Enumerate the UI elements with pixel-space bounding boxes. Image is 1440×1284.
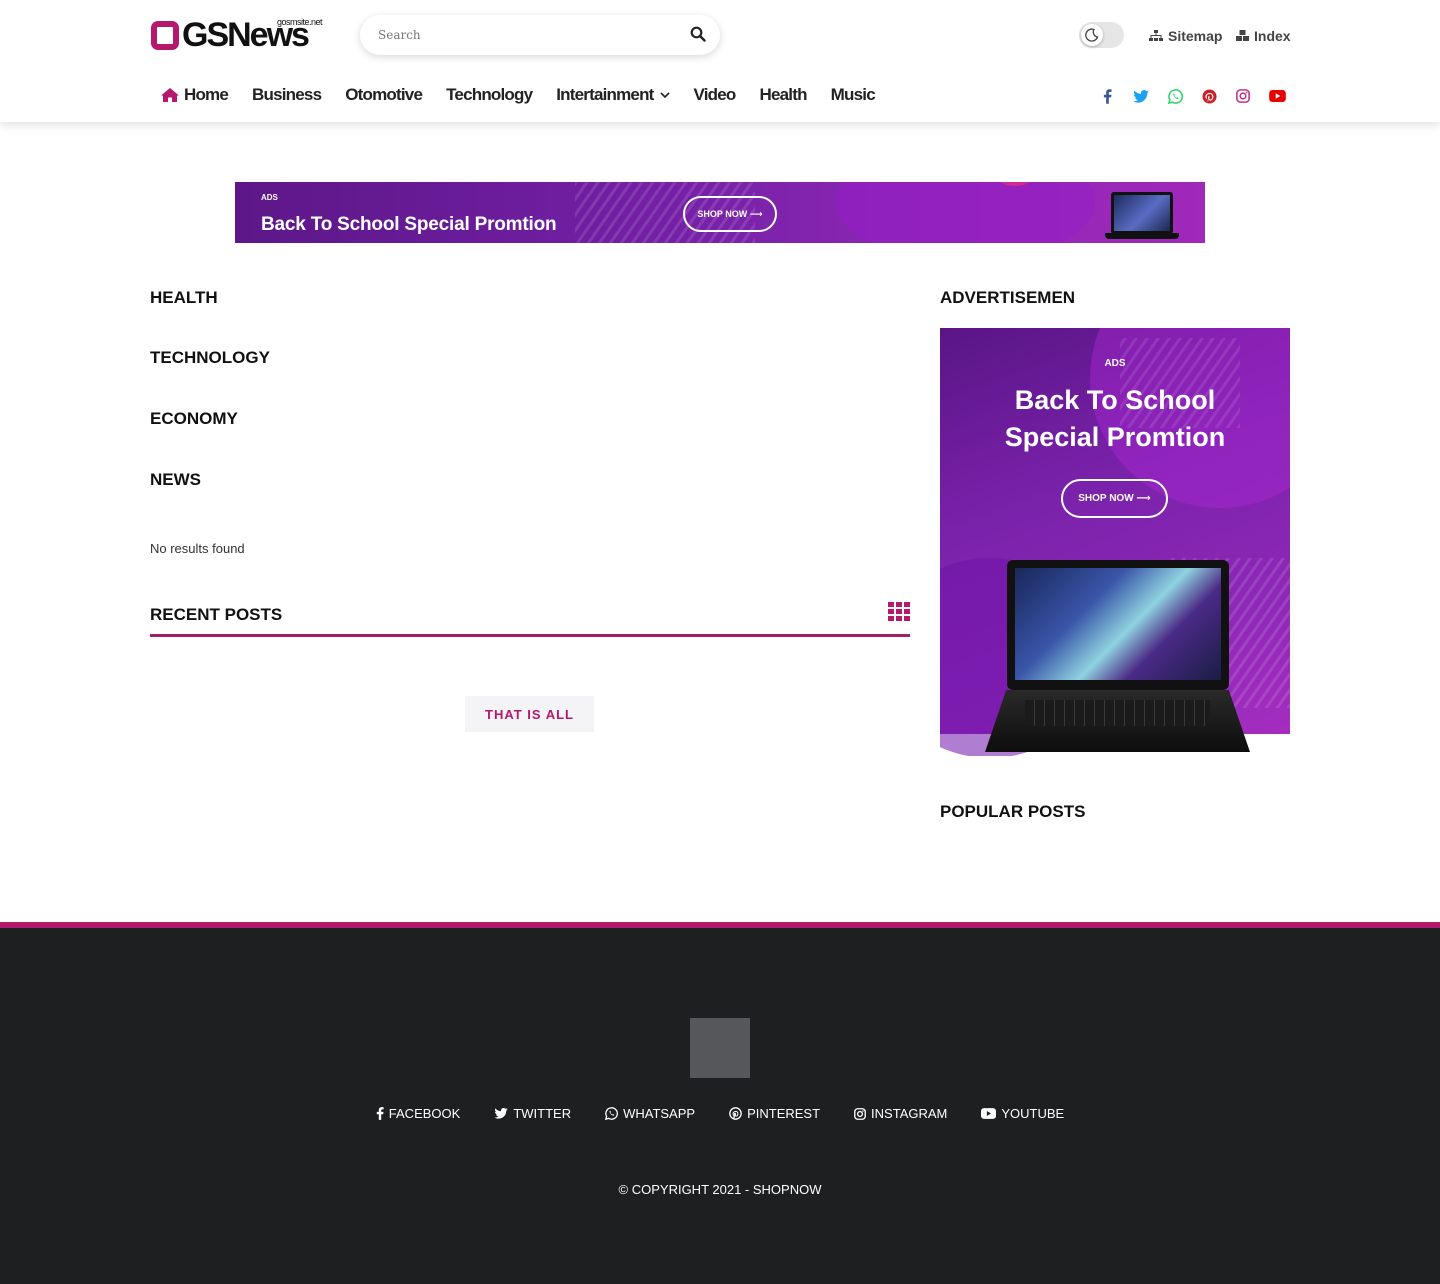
footer-youtube-label: YOUTUBE <box>1001 1106 1065 1121</box>
section-title-economy[interactable]: ECONOMY <box>150 409 238 429</box>
search-box <box>360 15 720 55</box>
nav-music[interactable]: Music <box>831 85 876 105</box>
facebook-icon[interactable] <box>1097 86 1117 106</box>
footer-social-links: FACEBOOK TWITTER WHATSAPP PINTEREST INST… <box>0 1106 1440 1121</box>
nav-intertainment-label: Intertainment <box>556 85 654 104</box>
footer-facebook-link[interactable]: FACEBOOK <box>376 1106 461 1121</box>
index-link[interactable]: Index <box>1236 27 1291 45</box>
instagram-icon[interactable] <box>1233 86 1253 106</box>
banner-ads-label: ADS <box>261 193 278 202</box>
sitemap-label: Sitemap <box>1168 28 1223 44</box>
facebook-icon <box>376 1107 384 1120</box>
site-footer: FACEBOOK TWITTER WHATSAPP PINTEREST INST… <box>0 928 1440 1284</box>
whatsapp-icon[interactable] <box>1165 86 1185 106</box>
ad-ads-label: ADS <box>1104 358 1126 369</box>
banner-shop-now-button[interactable]: SHOP NOW ⟶ <box>683 196 777 232</box>
main-nav: Home Business Otomotive Technology Inter… <box>160 82 899 108</box>
pinterest-icon <box>729 1107 742 1120</box>
section-title-news[interactable]: NEWS <box>150 470 201 490</box>
logo-domain: gosmsite.net <box>277 17 323 27</box>
whatsapp-icon <box>605 1107 619 1120</box>
footer-whatsapp-link[interactable]: WHATSAPP <box>605 1106 695 1121</box>
copyright-text: © COPYRIGHT 2021 - SHOPNOW <box>618 1182 822 1197</box>
laptop-image <box>1105 192 1179 239</box>
nav-business[interactable]: Business <box>252 85 322 105</box>
grid-view-icon[interactable] <box>888 602 910 621</box>
footer-instagram-label: INSTAGRAM <box>871 1106 948 1121</box>
ad-title: Back To School Special Promtion <box>940 382 1290 456</box>
nav-otomotive[interactable]: Otomotive <box>345 85 423 105</box>
banner-decoration <box>835 182 1095 243</box>
sitemap-link[interactable]: Sitemap <box>1149 27 1222 45</box>
ad-title-line2: Special Promtion <box>1004 422 1226 452</box>
top-banner-ad[interactable]: ADS Back To School Special Promtion SHOP… <box>235 182 1205 243</box>
instagram-icon <box>854 1107 866 1120</box>
footer-youtube-link[interactable]: YOUTUBE <box>981 1106 1064 1121</box>
recent-posts-divider <box>150 634 910 637</box>
footer-logo[interactable] <box>690 1018 750 1078</box>
youtube-icon <box>981 1108 997 1119</box>
no-results-text: No results found <box>150 541 245 556</box>
section-title-health[interactable]: HEALTH <box>150 288 218 308</box>
cubes-icon <box>1236 30 1249 41</box>
header-social-links <box>1097 86 1301 106</box>
sidebar-ad[interactable]: ADS Back To School Special Promtion SHOP… <box>940 328 1290 756</box>
ad-shop-now-button[interactable]: SHOP NOW ⟶ <box>1061 479 1168 518</box>
thats-all-button[interactable]: THAT IS ALL <box>465 696 594 732</box>
youtube-icon[interactable] <box>1267 86 1287 106</box>
toggle-knob <box>1081 24 1103 46</box>
chevron-down-icon <box>659 92 670 98</box>
footer-twitter-link[interactable]: TWITTER <box>494 1106 571 1121</box>
footer-pinterest-link[interactable]: PINTEREST <box>729 1106 820 1121</box>
dark-mode-toggle[interactable] <box>1079 22 1124 48</box>
nav-intertainment[interactable]: Intertainment <box>556 85 670 105</box>
search-icon[interactable] <box>690 26 706 42</box>
home-icon <box>161 88 179 102</box>
twitter-icon[interactable] <box>1131 86 1151 106</box>
popular-posts-title: POPULAR POSTS <box>940 802 1086 821</box>
ad-title-line1: Back To School <box>1014 385 1216 415</box>
index-label: Index <box>1254 28 1291 44</box>
advertisement-title: ADVERTISEMEN <box>940 288 1076 307</box>
twitter-icon <box>494 1108 509 1119</box>
pinterest-icon[interactable] <box>1199 86 1219 106</box>
search-input[interactable] <box>378 25 678 45</box>
site-logo[interactable]: GSNews gosmsite.net <box>150 16 330 54</box>
footer-twitter-label: TWITTER <box>513 1106 572 1121</box>
sitemap-icon <box>1149 30 1163 41</box>
footer-whatsapp-label: WHATSAPP <box>623 1106 696 1121</box>
laptop-image <box>985 560 1250 755</box>
recent-posts-title: RECENT POSTS <box>150 605 283 624</box>
footer-facebook-label: FACEBOOK <box>388 1106 461 1121</box>
moon-icon <box>1085 28 1099 42</box>
nav-health[interactable]: Health <box>760 85 808 105</box>
nav-home[interactable]: Home <box>160 85 229 105</box>
footer-instagram-link[interactable]: INSTAGRAM <box>854 1106 947 1121</box>
logo-mark <box>151 21 179 50</box>
footer-pinterest-label: PINTEREST <box>747 1106 821 1121</box>
nav-home-label: Home <box>184 85 229 104</box>
nav-technology[interactable]: Technology <box>446 85 533 105</box>
nav-video[interactable]: Video <box>694 85 737 105</box>
banner-title: Back To School Special Promtion <box>261 214 557 235</box>
section-title-technology[interactable]: TECHNOLOGY <box>150 348 270 368</box>
site-header: GSNews gosmsite.net Sitemap <box>0 0 1440 122</box>
